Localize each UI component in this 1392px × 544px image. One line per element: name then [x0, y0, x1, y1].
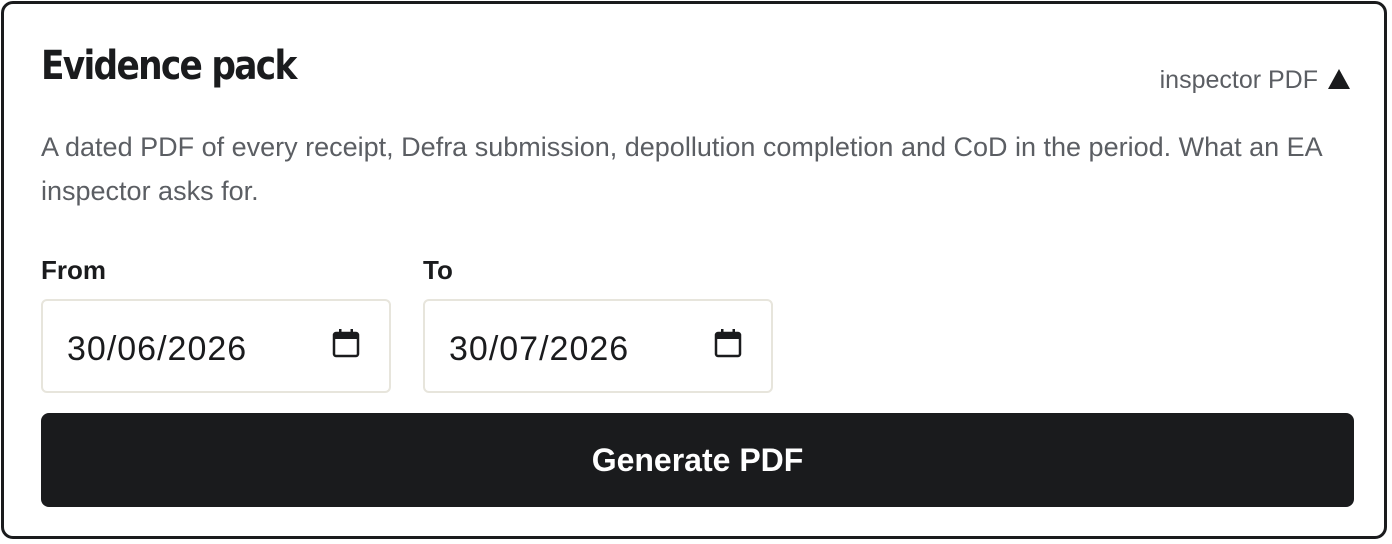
from-date-input[interactable]: 30/06/2026	[41, 299, 391, 393]
tag-label: inspector PDF	[1159, 66, 1318, 94]
inspector-pdf-tag: inspector PDF	[1160, 64, 1350, 96]
from-label: From	[41, 255, 106, 285]
card-title: Evidence pack	[41, 43, 297, 89]
to-label: To	[423, 255, 453, 285]
to-date-value: 30/07/2026	[449, 330, 630, 368]
generate-pdf-button[interactable]: Generate PDF	[41, 413, 1354, 507]
calendar-icon[interactable]	[713, 328, 743, 358]
from-date-value: 30/06/2026	[67, 330, 248, 368]
calendar-icon[interactable]	[331, 328, 361, 358]
card-description: A dated PDF of every receipt, Defra subm…	[41, 132, 1322, 206]
triangle-icon	[1328, 69, 1350, 89]
to-date-input[interactable]: 30/07/2026	[423, 299, 773, 393]
evidence-pack-card: Evidence pack inspector PDF A dated PDF …	[1, 1, 1387, 539]
